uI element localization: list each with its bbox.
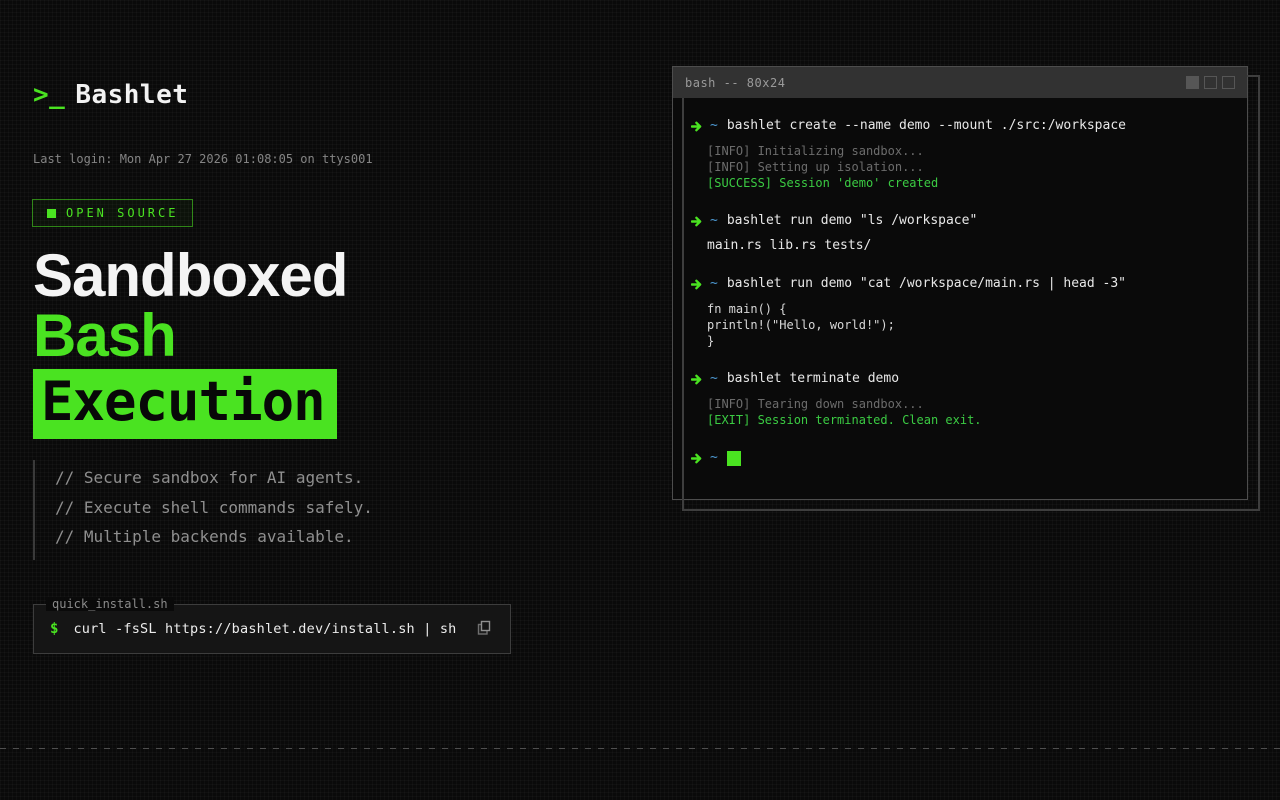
terminal-gap	[691, 428, 1229, 450]
terminal-titlebar: bash -- 80x24	[673, 67, 1247, 98]
terminal-output-code: fn main() {	[707, 302, 787, 316]
command-text: bashlet run demo "cat /workspace/main.rs…	[726, 276, 1126, 291]
terminal-command-line: ~ bashlet run demo "cat /workspace/main.r…	[691, 276, 1229, 292]
badge-label: OPEN SOURCE	[66, 206, 179, 220]
terminal-output-info: [INFO] Tearing down sandbox...	[707, 397, 924, 411]
logo-name: Bashlet	[75, 80, 189, 110]
terminal-body: ~ bashlet create --name demo --mount ./sr…	[673, 98, 1247, 466]
window-controls	[1186, 76, 1235, 89]
feature-line: // Secure sandbox for AI agents.	[55, 468, 364, 487]
feature-line: // Multiple backends available.	[55, 527, 354, 546]
prompt-arrow-icon	[691, 279, 703, 290]
terminal-output-code: }	[707, 334, 715, 348]
copy-button[interactable]	[474, 617, 494, 641]
terminal-output-out: main.rs lib.rs tests/	[707, 238, 872, 253]
headline-line2: Bash	[33, 302, 177, 369]
terminal-output-success: [SUCCESS] Session 'demo' created	[707, 176, 939, 190]
terminal-command-line: ~ bashlet create --name demo --mount ./sr…	[691, 118, 1229, 134]
terminal-active-prompt: ~	[691, 450, 1229, 466]
prompt-arrow-icon	[691, 453, 703, 464]
install-command-row: $ curl -fsSL https://bashlet.dev/install…	[34, 605, 510, 653]
prompt-path: ~	[710, 118, 718, 133]
terminal-output-info: [INFO] Initializing sandbox...	[707, 144, 924, 158]
command-text: bashlet terminate demo	[726, 371, 900, 386]
window-close-icon[interactable]	[1222, 76, 1235, 89]
headline-line3-highlighted: Execution	[33, 369, 337, 439]
terminal-gap	[691, 349, 1229, 371]
prompt-path: ~	[710, 371, 718, 386]
prompt-path: ~	[710, 213, 718, 228]
prompt-path: ~	[710, 450, 718, 465]
prompt-arrow-icon	[691, 374, 703, 385]
square-bullet-icon	[47, 208, 56, 218]
feature-line: // Execute shell commands safely.	[55, 497, 373, 517]
terminal-gap	[691, 254, 1229, 276]
prompt-path: ~	[710, 276, 718, 291]
dashed-divider	[0, 748, 1280, 749]
install-filename-label: quick_install.sh	[46, 597, 174, 611]
command-text: bashlet create --name demo --mount ./src…	[726, 118, 1126, 133]
feature-list: // Secure sandbox for AI agents. // Execu…	[33, 460, 373, 560]
terminal-output-info: [INFO] Setting up isolation...	[707, 160, 924, 174]
terminal-cursor	[726, 450, 741, 466]
terminal-output-exit: [EXIT] Session terminated. Clean exit.	[707, 413, 982, 427]
window-minimize-icon[interactable]	[1186, 76, 1199, 89]
terminal-command-line: ~ bashlet terminate demo	[691, 371, 1229, 387]
terminal-command-line: ~ bashlet run demo "ls /workspace"	[691, 213, 1229, 229]
prompt-arrow-icon	[691, 121, 703, 132]
terminal-output-code: println!("Hello, world!");	[707, 318, 895, 332]
terminal-title: bash -- 80x24	[685, 75, 786, 90]
last-login-text: Last login: Mon Apr 27 2026 01:08:05 on …	[33, 152, 373, 166]
bashlet-logo: >_ Bashlet	[33, 80, 188, 110]
window-maximize-icon[interactable]	[1204, 76, 1217, 89]
headline-line1: Sandboxed	[33, 242, 348, 309]
prompt-arrow-icon	[691, 216, 703, 227]
page-title: Sandboxed Bash Execution	[33, 246, 553, 439]
terminal-window: bash -- 80x24 ~ bashlet create --name dem…	[672, 66, 1260, 511]
dollar-prompt-icon: $	[50, 621, 59, 637]
terminal-gap	[691, 191, 1229, 213]
quick-install-box: quick_install.sh $ curl -fsSL https://ba…	[33, 597, 511, 654]
command-text: bashlet run demo "ls /workspace"	[726, 213, 978, 228]
open-source-badge: OPEN SOURCE	[32, 199, 194, 227]
terminal-prompt-icon: >_	[33, 80, 66, 110]
install-command-text: curl -fsSL https://bashlet.dev/install.s…	[73, 621, 457, 637]
copy-icon	[476, 619, 492, 639]
